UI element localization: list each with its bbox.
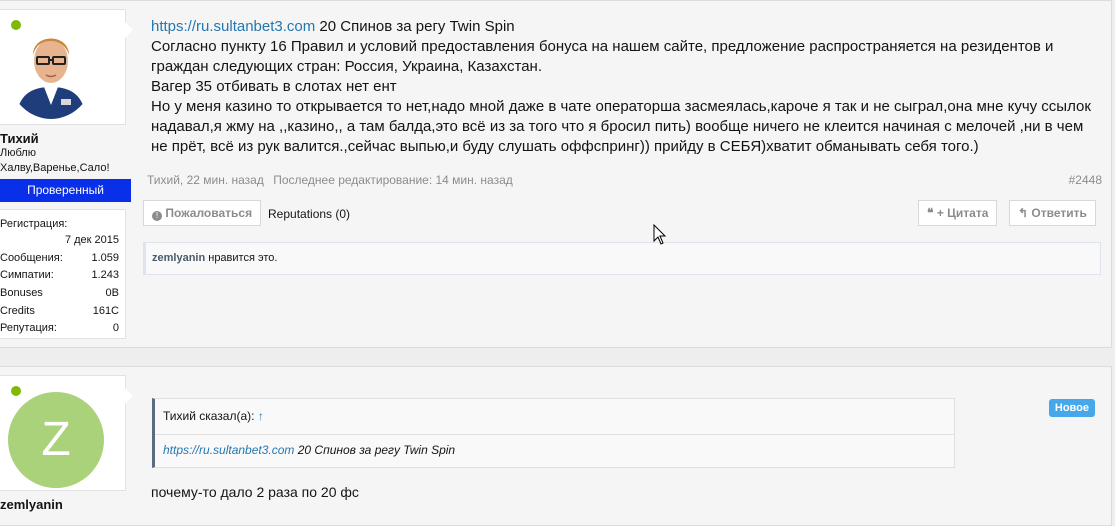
message-link[interactable]: https://ru.sultanbet3.com (151, 18, 315, 35)
post-author-time[interactable]: Тихий, 22 мин. назад (147, 173, 264, 187)
quote-block: Тихий сказал(а): ↑ https://ru.sultanbet3… (152, 398, 955, 468)
stat-value[interactable]: 1.059 (91, 252, 119, 264)
user-title-line2: Халву,Варенье,Сало! (0, 162, 110, 174)
jump-to-quote-icon[interactable]: ↑ (258, 409, 264, 423)
message-line2: Согласно пункту 16 Правил и условий пред… (151, 38, 1054, 75)
message-line1: https://ru.sultanbet3.com 20 Спинов за р… (151, 17, 1101, 37)
stat-key: Credits (0, 305, 35, 317)
quote-text: 20 Спинов за регу Twin Spin (294, 443, 456, 457)
stat-value: 1.243 (91, 269, 119, 281)
stat-messages: Сообщения: 1.059 (0, 252, 119, 269)
message-body: https://ru.sultanbet3.com 20 Спинов за р… (151, 17, 1101, 157)
mouse-cursor-icon (653, 223, 667, 251)
likes-summary: zemlyanin нравится это. (143, 242, 1101, 275)
stat-key: Репутация: (0, 322, 57, 334)
message-line3: Вагер 35 отбивать в слотах нет ент (151, 78, 397, 95)
user-stats: Регистрация: 7 дек 2015 Сообщения: 1.059… (0, 209, 126, 339)
stat-value: 0B (105, 287, 119, 299)
online-indicator-icon (11, 386, 21, 396)
post-reply: Z zemlyanin Тихий сказал(а): ↑ https://r… (0, 366, 1112, 526)
stat-bonuses: Bonuses 0B (0, 287, 119, 304)
reputations-link[interactable]: Reputations (0) (268, 207, 350, 221)
post-number[interactable]: #2448 (1069, 173, 1102, 187)
avatar-pointer (125, 388, 133, 404)
quote-author: Тихий сказал(а): (163, 409, 255, 423)
post-meta: Тихий, 22 мин. назад Последнее редактиро… (147, 173, 519, 187)
stat-reputation: Репутация: 0 (0, 322, 119, 339)
quote-divider (155, 434, 954, 435)
stat-key: Сообщения: (0, 252, 63, 264)
user-title-line1: Люблю (0, 147, 36, 159)
stat-likes: Симпатии: 1.243 (0, 269, 119, 286)
avatar-container: Z (0, 375, 133, 491)
stat-credits: Credits 161C (0, 305, 119, 322)
avatar-container (0, 9, 133, 125)
reply-icon: ↰ (1018, 206, 1029, 220)
stat-value: 161C (92, 305, 119, 317)
reply-button[interactable]: ↰ Ответить (1009, 200, 1096, 226)
quote-label: + Цитата (936, 206, 989, 220)
quote-button[interactable]: ❝ + Цитата (918, 200, 998, 226)
message-line4: Но у меня казино то открывается то нет,н… (151, 98, 1091, 155)
quote-link[interactable]: https://ru.sultanbet3.com (163, 443, 294, 457)
stat-registration-date: 7 дек 2015 (0, 234, 119, 251)
stat-value: 0 (112, 322, 119, 334)
post-edited: Последнее редактирование: 14 мин. назад (273, 173, 513, 187)
avatar[interactable] (6, 15, 96, 119)
message-line1-text: 20 Спинов за регу Twin Spin (315, 18, 515, 35)
report-icon: ! (152, 211, 162, 221)
stat-key: Bonuses (0, 287, 43, 299)
quote-icon: ❝ (927, 206, 934, 220)
username[interactable]: Тихий (0, 131, 39, 146)
avatar[interactable]: Z (8, 392, 104, 488)
report-label: Пожаловаться (165, 206, 253, 220)
stat-registration: Регистрация: (0, 218, 119, 235)
quote-body: https://ru.sultanbet3.com 20 Спинов за р… (163, 443, 455, 457)
stat-value: 7 дек 2015 (64, 234, 119, 246)
liker-link[interactable]: zemlyanin (152, 252, 205, 264)
user-column: Z zemlyanin (0, 367, 133, 525)
report-button[interactable]: ! Пожаловаться (143, 200, 262, 226)
verified-badge: Проверенный (0, 179, 131, 202)
likes-text: нравится это. (205, 252, 278, 264)
post-2448: Тихий Люблю Халву,Варенье,Сало! Проверен… (0, 0, 1112, 348)
username[interactable]: zemlyanin (0, 497, 63, 512)
quote-header: Тихий сказал(а): ↑ (163, 409, 264, 423)
new-badge: Новое (1048, 399, 1095, 417)
avatar-illustration-icon (6, 15, 96, 119)
reply-label: Ответить (1031, 206, 1087, 220)
avatar-pointer (125, 22, 133, 38)
user-column: Тихий Люблю Халву,Варенье,Сало! Проверен… (0, 1, 133, 347)
stat-key: Регистрация: (0, 218, 68, 230)
stat-key: Симпатии: (0, 269, 54, 281)
reply-message: почему-то дало 2 раза по 20 фс (151, 484, 359, 500)
